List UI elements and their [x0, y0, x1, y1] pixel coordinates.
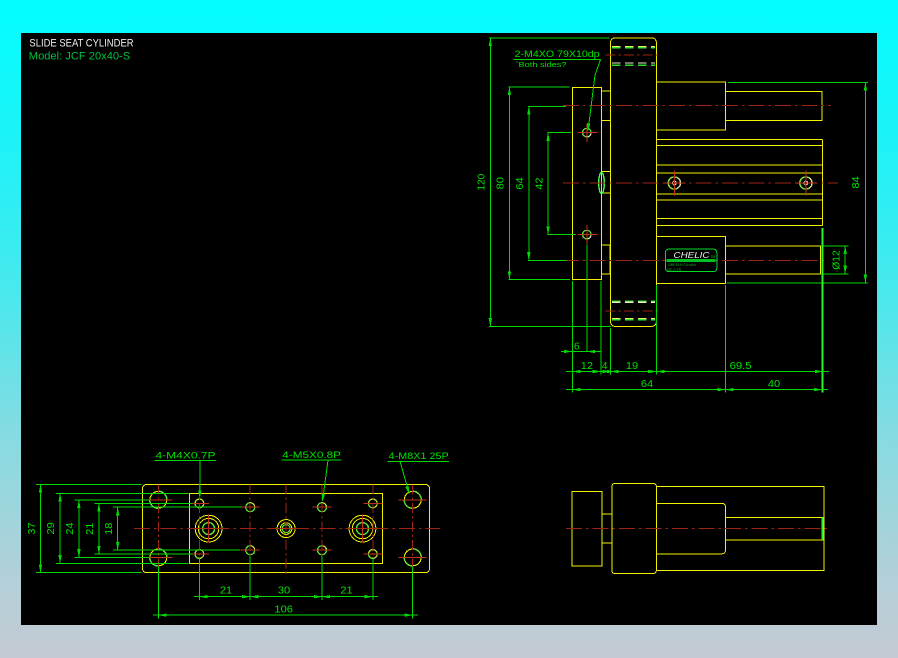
svg-text:Ø12: Ø12	[831, 250, 842, 270]
svg-text:69.5: 69.5	[730, 361, 752, 372]
svg-text:19: 19	[626, 361, 639, 372]
svg-text:40: 40	[768, 379, 781, 390]
svg-text:CHELIC: CHELIC	[674, 250, 711, 260]
svg-text:29: 29	[46, 522, 57, 535]
svg-text:37: 37	[27, 522, 38, 535]
svg-text:84: 84	[851, 176, 862, 189]
svg-text:Model: JCF 20x40-S: Model: JCF 20x40-S	[29, 51, 130, 63]
svg-text:ˇBoth sides?: ˇBoth sides?	[516, 62, 567, 69]
svg-text:64: 64	[641, 379, 654, 390]
svg-text:24: 24	[65, 522, 76, 535]
svg-text:106: 106	[274, 604, 293, 615]
svg-text:4: 4	[602, 361, 608, 372]
svg-text:21: 21	[220, 586, 233, 597]
svg-text:4-M4X0.7P: 4-M4X0.7P	[156, 450, 216, 460]
svg-text:4-M8X1 25P: 4-M8X1 25P	[389, 451, 449, 461]
svg-text:D8E ELH C4 mAh: D8E ELH C4 mAh	[668, 263, 695, 267]
svg-text:TM: TM	[711, 255, 716, 259]
svg-text:42: 42	[535, 177, 546, 190]
svg-text:6: 6	[574, 341, 580, 352]
svg-text:80: 80	[496, 177, 507, 190]
svg-text:SLIDE SEAT CYLINDER: SLIDE SEAT CYLINDER	[29, 38, 133, 50]
svg-text:12: 12	[581, 361, 594, 372]
svg-text:120: 120	[477, 173, 488, 190]
svg-text:JCF-2-TR: JCF-2-TR	[666, 268, 681, 272]
svg-text:2-M4XO 79X10dp: 2-M4XO 79X10dp	[515, 49, 600, 59]
svg-text:30: 30	[278, 586, 291, 597]
svg-text:21: 21	[85, 522, 96, 535]
svg-text:64: 64	[515, 177, 526, 190]
svg-text:21: 21	[340, 586, 353, 597]
svg-text:4-M5X0.8P: 4-M5X0.8P	[282, 450, 341, 460]
svg-text:18: 18	[104, 522, 115, 535]
